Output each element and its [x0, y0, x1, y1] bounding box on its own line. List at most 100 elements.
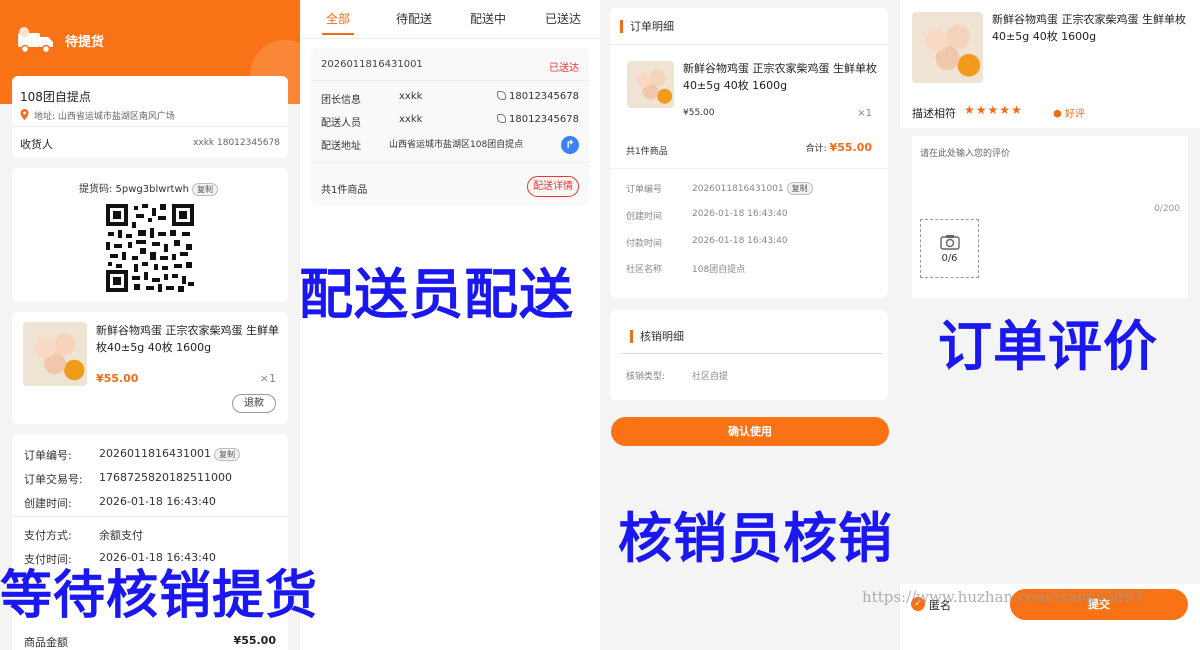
store-address: 地址: 山西省运城市盐湖区南风广场: [34, 112, 175, 122]
product-price: ¥55.00: [683, 108, 715, 118]
courier-label: 配送人员: [321, 118, 361, 129]
courier-phone-line[interactable]: 18012345678: [497, 114, 579, 125]
rating-text-line: ⬢ 好评: [1053, 105, 1085, 120]
delivery-order-card[interactable]: 2026011816431001 已送达 团长信息 xxkk 180123456…: [311, 48, 589, 206]
delivery-address: 山西省运城市盐湖区108团自提点: [389, 140, 524, 150]
star-rating[interactable]: ★★★★★: [964, 103, 1023, 117]
order-detail-card: 订单明细 新鲜谷物鸡蛋 正宗农家柴鸡蛋 生鲜单枚40±5g 40枚 1600g …: [610, 8, 888, 298]
trade-no-label: 订单交易号:: [24, 473, 83, 486]
delivery-detail-button[interactable]: 配送详情: [527, 176, 579, 197]
order-no-line: 2026011816431001 复制: [99, 447, 240, 461]
created-time: 2026-01-18 16:43:40: [99, 495, 216, 508]
total-line: 合计: ¥55.00: [806, 141, 872, 154]
product-price: ¥55.00: [96, 372, 139, 385]
caption-delivery: 配送员配送: [299, 263, 574, 326]
copy-code-button[interactable]: 复制: [192, 182, 218, 196]
order-no-label: 订单编号:: [24, 449, 72, 462]
watermark: https://www.huzhan.com/ishop45993: [862, 588, 1144, 606]
copy-order-button[interactable]: 复制: [213, 447, 240, 461]
rating-row: 描述相符 ★★★★★ ⬢ 好评: [900, 96, 1200, 128]
paid-label: 付款时间: [626, 239, 663, 249]
goods-amount-label: 商品金额: [24, 636, 68, 649]
phone-icon: [497, 91, 506, 100]
courier-phone: 18012345678: [509, 114, 579, 125]
product-qty: ×1: [259, 372, 276, 385]
photo-upload-button[interactable]: 0/6: [920, 219, 979, 278]
divider: [610, 168, 888, 169]
receiver-label: 收货人: [20, 138, 53, 151]
divider: [610, 44, 888, 45]
delivery-item-count: 共1件商品: [321, 185, 368, 196]
leader-name: xxkk: [399, 91, 423, 102]
caption-pickup: 等待核销提货: [0, 566, 319, 626]
star-icon[interactable]: ★: [976, 103, 987, 117]
tab-delivered[interactable]: 已送达: [545, 10, 581, 27]
verify-detail-title: 核销明细: [630, 330, 684, 343]
address-label: 配送地址: [321, 141, 361, 152]
tab-all[interactable]: 全部: [326, 10, 350, 27]
page-title: 待提货: [65, 35, 105, 50]
refund-button[interactable]: 退款: [232, 394, 276, 413]
product-qty: ×1: [857, 108, 872, 119]
char-count: 0/200: [1154, 204, 1180, 214]
tab-delivering[interactable]: 配送中: [470, 10, 506, 27]
star-icon[interactable]: ★: [988, 103, 999, 117]
navigate-arrow-icon[interactable]: ↱: [561, 136, 579, 154]
community-name: 108团自提点: [692, 265, 746, 275]
delivery-truck-icon: [18, 27, 53, 54]
verify-type: 社区自提: [692, 372, 729, 382]
store-name: 108团自提点: [20, 90, 91, 104]
rating-label: 描述相符: [912, 107, 956, 120]
created-label: 创建时间: [626, 212, 663, 222]
divider: [12, 126, 288, 127]
pickup-code: 提货码: 5pwg3blwrtwh: [79, 184, 189, 195]
order-no: 2026011816431001: [99, 447, 211, 460]
store-card: 108团自提点 地址: 山西省运城市盐湖区南风广场 收货人 xxkk 18012…: [12, 76, 288, 158]
confirm-use-button[interactable]: 确认使用: [611, 417, 889, 446]
camera-icon: [939, 235, 960, 250]
pickup-code-line: 提货码: 5pwg3blwrtwh 复制: [79, 180, 218, 196]
star-icon[interactable]: ★: [999, 103, 1010, 117]
total-label: 合计:: [805, 144, 827, 154]
order-no: 2026011816431001: [692, 184, 784, 194]
divider: [311, 80, 589, 81]
phone-icon: [497, 114, 506, 123]
star-icon[interactable]: ★: [964, 103, 975, 117]
receiver-value: xxkk 18012345678: [193, 138, 280, 148]
tab-divider: [300, 38, 600, 39]
egg-product-image: [627, 61, 674, 108]
goods-amount: ¥55.00: [233, 634, 276, 647]
egg-product-image: [23, 322, 87, 386]
order-detail-title: 订单明细: [620, 20, 674, 33]
product-name: 新鲜谷物鸡蛋 正宗农家柴鸡蛋 生鲜单枚40±5g 40枚 1600g: [96, 324, 279, 354]
egg-product-image: [912, 12, 983, 83]
review-input-area[interactable]: 请在此处输入您的评价 0/200 0/6: [912, 136, 1188, 298]
product-name: 新鲜谷物鸡蛋 正宗农家柴鸡蛋 生鲜单枚40±5g 40枚 1600g: [683, 62, 877, 92]
verify-detail-card: 核销明细 核销类型: 社区自提: [610, 310, 888, 400]
pay-method-label: 支付方式:: [24, 529, 72, 542]
review-product-row: 新鲜谷物鸡蛋 正宗农家柴鸡蛋 生鲜单枚40±5g 40枚 1600g: [900, 0, 1200, 96]
order-no-line: 2026011816431001 复制: [692, 182, 813, 195]
trade-no: 1768725820182511000: [99, 471, 232, 484]
product-card: 新鲜谷物鸡蛋 正宗农家柴鸡蛋 生鲜单枚40±5g 40枚 1600g ¥55.0…: [12, 312, 288, 424]
location-pin-icon: [20, 109, 29, 120]
pay-method: 余额支付: [99, 529, 143, 542]
rating-text: 好评: [1064, 109, 1085, 120]
caption-verify: 核销员核销: [618, 507, 893, 570]
leader-phone: 18012345678: [509, 91, 579, 102]
active-tab-indicator: [322, 33, 354, 35]
copy-order-button[interactable]: 复制: [786, 182, 813, 195]
badge-icon: ⬢: [1053, 109, 1062, 120]
leader-phone-line[interactable]: 18012345678: [497, 91, 579, 102]
verify-type-label: 核销类型:: [626, 372, 666, 382]
photo-count: 0/6: [941, 253, 958, 264]
paid-time: 2026-01-18 16:43:40: [692, 236, 788, 246]
verify-item-count: 共1件商品: [626, 147, 668, 157]
review-placeholder: 请在此处输入您的评价: [920, 149, 1011, 159]
tab-pending[interactable]: 待配送: [396, 10, 432, 27]
created-label: 创建时间:: [24, 497, 72, 510]
total-amount: ¥55.00: [829, 141, 872, 154]
qr-code: [106, 204, 194, 292]
divider: [12, 516, 288, 517]
star-icon[interactable]: ★: [1011, 103, 1022, 117]
